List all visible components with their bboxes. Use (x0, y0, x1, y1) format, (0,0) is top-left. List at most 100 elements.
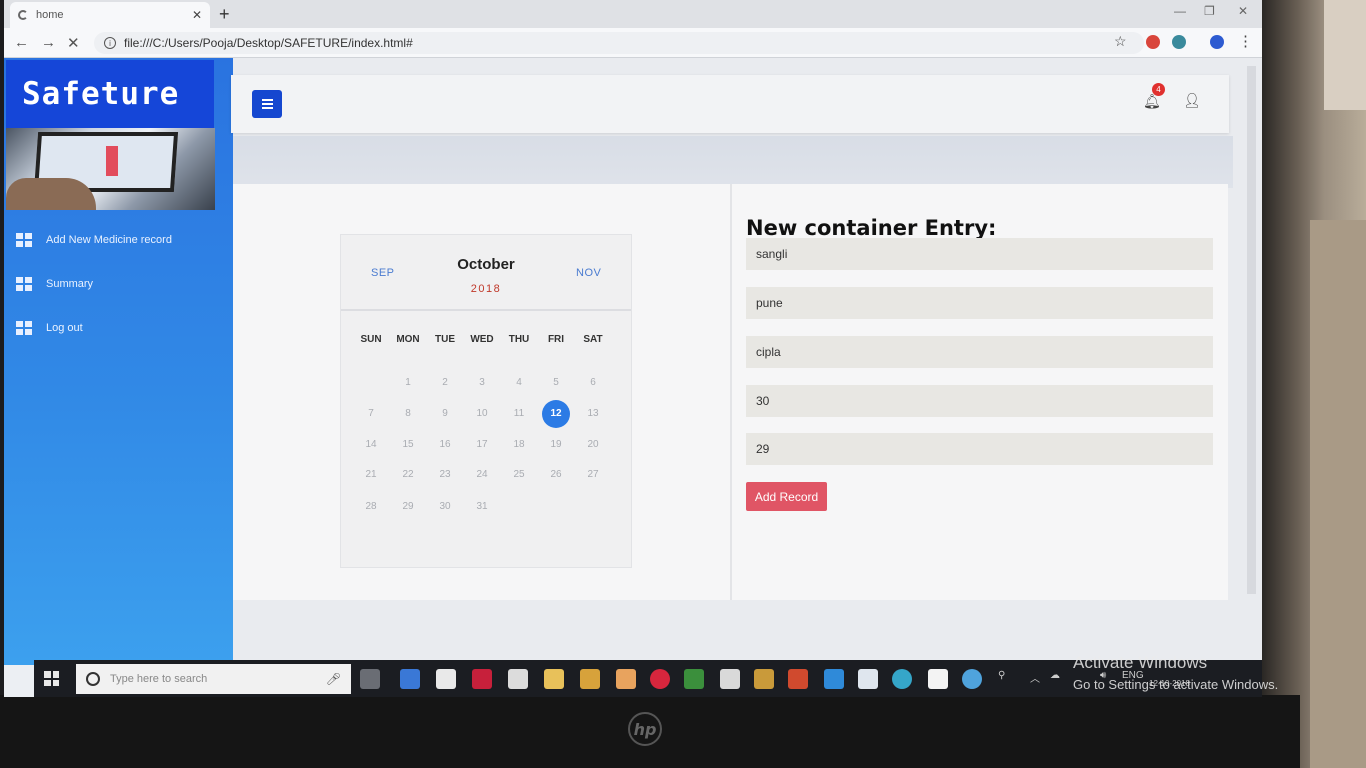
calendar-day[interactable]: 30 (431, 493, 459, 521)
calendar-day[interactable]: 16 (431, 431, 459, 459)
app-icon[interactable] (892, 669, 912, 689)
windows-start-icon[interactable] (44, 671, 59, 686)
brand-logo[interactable]: Safeture (6, 60, 214, 128)
sidebar-item-logout[interactable]: Log out (16, 306, 216, 350)
info-icon[interactable]: i (104, 37, 116, 49)
powerpoint-icon[interactable] (788, 669, 808, 689)
calendar-day[interactable]: 24 (468, 461, 496, 489)
people-icon[interactable]: ⚲ (998, 670, 1005, 681)
calendar-day[interactable]: 31 (468, 493, 496, 521)
activate-windows-watermark: Activate Windows (1073, 653, 1208, 672)
page-scrollbar[interactable] (1247, 66, 1256, 594)
forward-icon[interactable]: → (41, 34, 56, 51)
sidebar-item-summary[interactable]: Summary (16, 262, 216, 306)
browser-tab-bar: home ✕ + — ❐ ✕ (4, 0, 1262, 28)
dropbox-icon[interactable] (400, 669, 420, 689)
chart-bar-illustration (106, 146, 118, 176)
url-text: file:///C:/Users/Pooja/Desktop/SAFETURE/… (124, 36, 413, 50)
grid-icon (16, 321, 32, 335)
address-bar[interactable]: i file:///C:/Users/Pooja/Desktop/SAFETUR… (94, 32, 1144, 54)
calendar-day[interactable]: 15 (394, 431, 422, 459)
menu-toggle-button[interactable] (252, 90, 282, 118)
calendar-day[interactable]: 11 (505, 400, 533, 428)
app-icon[interactable] (616, 669, 636, 689)
calendar-day[interactable]: 21 (357, 461, 385, 489)
mail-icon[interactable] (508, 669, 528, 689)
calendar-day[interactable]: 19 (542, 431, 570, 459)
extension-icon[interactable] (1146, 35, 1160, 49)
calendar-day[interactable]: 22 (394, 461, 422, 489)
microphone-icon[interactable]: 🎤︎ (326, 672, 341, 686)
calendar-day[interactable]: 26 (542, 461, 570, 489)
onedrive-icon[interactable]: ☁ (1050, 670, 1060, 681)
calendar-day[interactable]: 4 (505, 369, 533, 397)
bookmark-star-icon[interactable]: ☆ (1114, 33, 1127, 50)
calendar-day[interactable]: 25 (505, 461, 533, 489)
entry-field-5[interactable] (746, 433, 1213, 465)
calendar-day[interactable]: 7 (357, 400, 385, 428)
app-icon[interactable] (720, 669, 740, 689)
tab-title: home (36, 9, 64, 21)
minimize-icon[interactable]: — (1174, 4, 1186, 18)
calendar-day[interactable]: 29 (394, 493, 422, 521)
calendar-day[interactable]: 23 (431, 461, 459, 489)
calendar-day-selected[interactable]: 12 (542, 400, 570, 428)
app-icon[interactable] (754, 669, 774, 689)
calendar-day[interactable]: 13 (579, 400, 607, 428)
calendar-day[interactable]: 17 (468, 431, 496, 459)
weekday-label: TUE (435, 334, 455, 345)
app-icon[interactable] (858, 669, 878, 689)
app-icon[interactable] (684, 669, 704, 689)
entry-field-3[interactable] (746, 336, 1213, 368)
close-window-icon[interactable]: ✕ (1238, 4, 1248, 18)
calendar-day[interactable]: 3 (468, 369, 496, 397)
calendar-day[interactable]: 10 (468, 400, 496, 428)
entry-field-2[interactable] (746, 287, 1213, 319)
sidebar-item-label: Add New Medicine record (46, 234, 172, 246)
calendar-day[interactable]: 2 (431, 369, 459, 397)
browser-tab[interactable]: home ✕ (10, 2, 210, 28)
file-explorer-icon[interactable] (544, 669, 564, 689)
app-icon[interactable] (962, 669, 982, 689)
calendar-day[interactable]: 20 (579, 431, 607, 459)
calendar-day[interactable]: 28 (357, 493, 385, 521)
calendar-day[interactable]: 5 (542, 369, 570, 397)
calendar-day[interactable]: 27 (579, 461, 607, 489)
back-icon[interactable]: ← (14, 34, 29, 51)
calendar-day[interactable]: 6 (579, 369, 607, 397)
entry-field-1[interactable] (746, 238, 1213, 270)
next-month-button[interactable]: NOV (576, 267, 601, 279)
stop-icon[interactable]: ✕ (67, 34, 80, 52)
user-icon[interactable]: 👤︎ (1183, 92, 1201, 109)
entry-field-4[interactable] (746, 385, 1213, 417)
sidebar-item-add-medicine[interactable]: Add New Medicine record (16, 218, 216, 262)
tray-chevron-icon[interactable]: ︿ (1030, 670, 1040, 685)
calendar-day[interactable]: 1 (394, 369, 422, 397)
edge-icon[interactable] (824, 669, 844, 689)
task-view-icon[interactable] (360, 669, 380, 689)
close-tab-icon[interactable]: ✕ (192, 8, 202, 22)
store-icon[interactable] (436, 669, 456, 689)
search-placeholder: Type here to search (110, 673, 208, 685)
activate-windows-hint: Go to Settings to activate Windows. (1073, 677, 1279, 692)
extension-icon[interactable] (1172, 35, 1186, 49)
new-tab-button[interactable]: + (219, 4, 230, 25)
app-icon[interactable] (928, 669, 948, 689)
app-icon[interactable] (472, 669, 492, 689)
maximize-icon[interactable]: ❐ (1204, 4, 1215, 18)
chrome-icon[interactable] (580, 669, 600, 689)
desk-paper (1324, 0, 1366, 110)
calendar-day[interactable]: 9 (431, 400, 459, 428)
taskbar-search-box[interactable]: Type here to search 🎤︎ (76, 664, 351, 694)
calendar-day[interactable]: 18 (505, 431, 533, 459)
add-record-button[interactable]: Add Record (746, 482, 827, 511)
main-card: SEP October 2018 NOV SUN MON TUE WED THU FRI S… (233, 184, 1228, 600)
top-navbar: 🔔︎ 4 👤︎ (231, 75, 1229, 133)
calendar-day[interactable]: 14 (357, 431, 385, 459)
loading-icon (18, 10, 28, 20)
opera-icon[interactable] (650, 669, 670, 689)
profile-icon[interactable] (1210, 35, 1224, 49)
weekday-label: WED (470, 334, 494, 345)
calendar-day[interactable]: 8 (394, 400, 422, 428)
browser-menu-icon[interactable]: ⋮ (1238, 32, 1253, 50)
